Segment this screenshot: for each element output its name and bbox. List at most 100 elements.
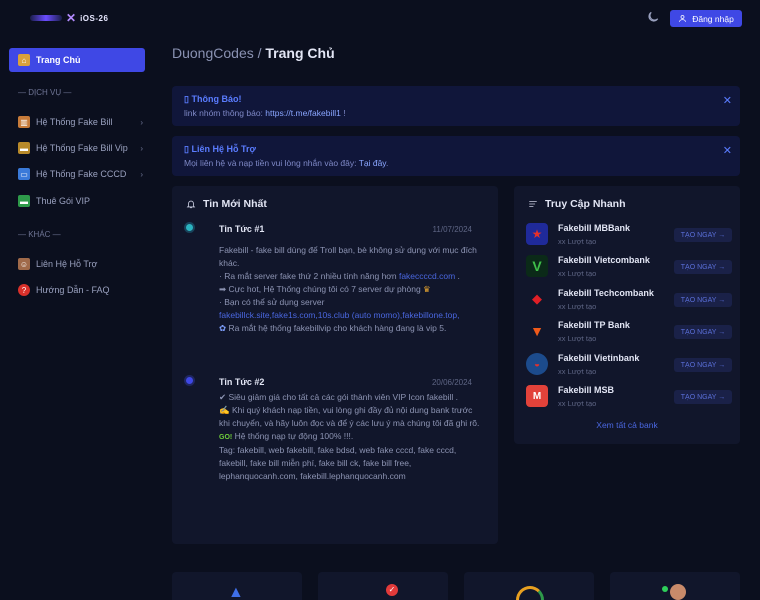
- close-icon[interactable]: ✕: [723, 94, 732, 107]
- quick-item-name: Fakebill Vietinbank: [558, 353, 640, 363]
- quick-access-title: Truy Cập Nhanh: [528, 198, 626, 210]
- news-item-body: Fakebill - fake bill dùng để Troll bạn, …: [219, 244, 481, 335]
- quick-item-tpbank[interactable]: ▼ Fakebill TP Bank xx Lượt tạo TẠO NGAY …: [526, 318, 732, 344]
- create-now-button[interactable]: TẠO NGAY →: [674, 358, 732, 372]
- sidebar-item-home[interactable]: ⌂ Trang Chủ: [9, 48, 145, 72]
- online-dot-icon: [662, 586, 668, 592]
- quick-item-vietinbank[interactable]: ◒ Fakebill Vietinbank xx Lượt tạo TẠO NG…: [526, 351, 732, 377]
- sidebar-item-label: Hệ Thống Fake Bill: [36, 117, 113, 127]
- news-dot: [186, 224, 193, 231]
- sidebar-item-label: Hướng Dẫn - FAQ: [36, 285, 110, 295]
- vietcombank-logo-icon: V: [526, 255, 548, 277]
- quick-item-count: xx Lượt tạo: [558, 237, 597, 246]
- sidebar-item-support[interactable]: ☺ Liên Hệ Hỗ Trợ: [18, 257, 143, 271]
- create-now-button[interactable]: TẠO NGAY →: [674, 260, 732, 274]
- quick-item-msb[interactable]: M Fakebill MSB xx Lượt tạo TẠO NGAY →: [526, 383, 732, 409]
- quick-item-count: xx Lượt tạo: [558, 269, 597, 278]
- news-link[interactable]: fakebillck.site,fake1s.com,10s.club (aut…: [219, 309, 481, 322]
- bell-icon: [186, 200, 196, 209]
- msb-logo-icon: M: [526, 385, 548, 407]
- sidebar-item-fake-cccd[interactable]: ▭ Hệ Thống Fake CCCD ›: [18, 167, 143, 181]
- money-icon: ▬: [18, 142, 30, 154]
- close-icon[interactable]: ✕: [723, 144, 732, 157]
- section-label-services: — DỊCH VỤ —: [18, 88, 72, 97]
- feature-card[interactable]: [464, 572, 594, 600]
- news-link[interactable]: fakeccccd.com: [399, 271, 455, 281]
- quick-item-name: Fakebill Vietcombank: [558, 255, 650, 265]
- quick-item-count: xx Lượt tạo: [558, 367, 597, 376]
- sidebar-item-label: Trang Chủ: [36, 55, 81, 65]
- triangle-icon: ▲: [228, 584, 244, 600]
- tpbank-logo-icon: ▼: [530, 323, 544, 339]
- vip-icon: ▬: [18, 195, 30, 207]
- create-now-button[interactable]: TẠO NGAY →: [674, 228, 732, 242]
- breadcrumb-separator: /: [253, 45, 266, 61]
- chevron-right-icon: ›: [140, 143, 143, 153]
- question-icon: ?: [18, 284, 30, 296]
- alert-link[interactable]: Tại đây: [359, 158, 386, 168]
- sidebar-item-faq[interactable]: ? Hướng Dẫn - FAQ: [18, 283, 143, 297]
- chevron-right-icon: ›: [140, 117, 143, 127]
- sidebar-item-label: Liên Hệ Hỗ Trợ: [36, 259, 98, 269]
- alert-notice: ▯ Thông Báo! link nhóm thông báo: https:…: [172, 86, 740, 126]
- techcombank-logo-icon: ◆: [532, 291, 542, 306]
- news-card: Tin Mới Nhất Tin Tức #1 11/07/2024 Fakeb…: [172, 186, 498, 544]
- sidebar-item-fake-bill-vip[interactable]: ▬ Hệ Thống Fake Bill Vip ›: [18, 141, 143, 155]
- bank-icon: ▥: [18, 116, 30, 128]
- vietinbank-logo-icon: ◒: [526, 353, 548, 375]
- quick-item-count: xx Lượt tạo: [558, 399, 597, 408]
- news-item-date: 20/06/2024: [431, 378, 472, 387]
- sidebar-item-vip[interactable]: ▬ Thuê Gói VIP: [18, 194, 143, 208]
- quick-item-mbbank[interactable]: ★ Fakebill MBBank xx Lượt tạo TẠO NGAY →: [526, 221, 732, 247]
- quick-access-card: Truy Cập Nhanh ★ Fakebill MBBank xx Lượt…: [514, 186, 740, 444]
- ring-icon: [516, 586, 544, 600]
- login-label: Đăng nhập: [692, 13, 734, 24]
- alert-body: Mọi liên hệ và nạp tiền vui lòng nhắn và…: [184, 158, 389, 168]
- logo-text: iOS-26: [80, 13, 109, 23]
- news-card-title: Tin Mới Nhất: [186, 198, 267, 210]
- sidebar-item-label: Thuê Gói VIP: [36, 196, 91, 206]
- logo-bar: [30, 15, 62, 21]
- create-now-button[interactable]: TẠO NGAY →: [674, 390, 732, 404]
- sidebar-item-label: Hệ Thống Fake Bill Vip: [36, 143, 128, 153]
- home-icon: ⌂: [18, 54, 30, 66]
- user-icon: [679, 15, 687, 22]
- alert-link[interactable]: https://t.me/fakebill1: [265, 108, 341, 118]
- list-icon: [529, 201, 537, 207]
- check-badge-icon: ✓: [386, 584, 398, 596]
- breadcrumb-current: Trang Chủ: [265, 45, 335, 61]
- news-item-date: 11/07/2024: [432, 225, 472, 234]
- feature-card[interactable]: [610, 572, 740, 600]
- quick-item-techcombank[interactable]: ◆ Fakebill Techcombank xx Lượt tạo TẠO N…: [526, 286, 732, 312]
- quick-item-name: Fakebill TP Bank: [558, 320, 630, 330]
- quick-item-vietcombank[interactable]: V Fakebill Vietcombank xx Lượt tạo TẠO N…: [526, 253, 732, 279]
- login-button[interactable]: Đăng nhập: [670, 10, 742, 27]
- alert-body: link nhóm thông báo: https://t.me/fakebi…: [184, 108, 346, 118]
- breadcrumb-root[interactable]: DuongCodes: [172, 45, 254, 61]
- avatar: [670, 584, 686, 600]
- news-item-title: Tin Tức #1: [219, 224, 265, 234]
- chevron-right-icon: ›: [140, 169, 143, 179]
- see-all-banks-link[interactable]: Xem tất cả bank: [514, 420, 740, 430]
- logo[interactable]: ✕ iOS-26: [30, 10, 130, 26]
- card-icon: ▭: [18, 168, 30, 180]
- moon-icon[interactable]: [646, 10, 660, 24]
- mbbank-logo-icon: ★: [526, 223, 548, 245]
- support-icon: ☺: [18, 258, 30, 270]
- feature-card[interactable]: ✓: [318, 572, 448, 600]
- news-dot: [186, 377, 193, 384]
- section-label-other: — KHÁC —: [18, 230, 61, 239]
- create-now-button[interactable]: TẠO NGAY →: [674, 293, 732, 307]
- sidebar-item-label: Hệ Thống Fake CCCD: [36, 169, 127, 179]
- feature-card[interactable]: ▲: [172, 572, 302, 600]
- quick-item-name: Fakebill Techcombank: [558, 288, 654, 298]
- news-item-title: Tin Tức #2: [219, 377, 265, 387]
- topbar: ✕ iOS-26 Đăng nhập: [0, 0, 760, 36]
- logo-mark-icon: ✕: [66, 11, 77, 25]
- breadcrumb: DuongCodes / Trang Chủ: [172, 45, 335, 61]
- create-now-button[interactable]: TẠO NGAY →: [674, 325, 732, 339]
- quick-item-count: xx Lượt tạo: [558, 334, 597, 343]
- alert-title: ▯ Thông Báo!: [184, 94, 242, 104]
- alert-title: ▯ Liên Hệ Hỗ Trợ: [184, 144, 256, 154]
- sidebar-item-fake-bill[interactable]: ▥ Hệ Thống Fake Bill ›: [18, 115, 143, 129]
